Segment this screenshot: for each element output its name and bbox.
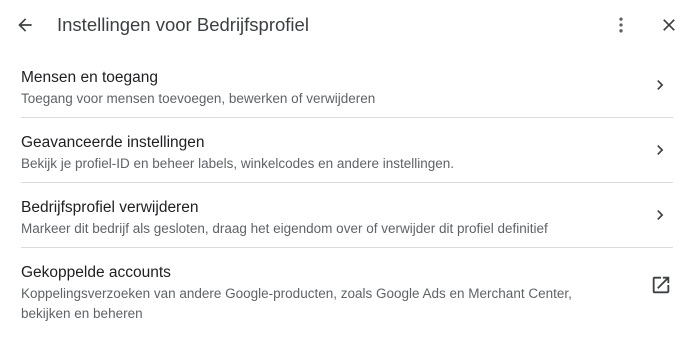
close-button[interactable] [653,9,685,41]
settings-item-description: Bekijk je profiel-ID en beheer labels, w… [21,156,455,171]
chevron-right-icon [650,75,670,95]
back-button[interactable] [9,9,41,41]
settings-item-description: Koppelingsverzoeken van andere Google-pr… [21,286,572,321]
settings-item-title: Geavanceerde instellingen [21,134,205,151]
settings-item-delete-business-profile[interactable]: Bedrijfsprofiel verwijderen Markeer dit … [0,183,695,248]
settings-item-title: Mensen en toegang [21,69,159,86]
business-profile-settings-panel: Instellingen voor Bedrijfsprofiel Mensen… [0,0,695,350]
settings-item-description: Markeer dit bedrijf als gesloten, draag … [21,221,548,236]
more-vertical-icon [611,15,631,35]
arrow-back-icon [15,15,35,35]
settings-item-title: Bedrijfsprofiel verwijderen [21,199,199,216]
panel-header: Instellingen voor Bedrijfsprofiel [0,0,695,50]
settings-item-advanced-settings[interactable]: Geavanceerde instellingen Bekijk je prof… [0,118,695,183]
close-icon [659,15,679,35]
open-in-new-icon [650,274,672,296]
settings-item-people-and-access[interactable]: Mensen en toegang Toegang voor mensen to… [0,53,695,118]
settings-list: Mensen en toegang Toegang voor mensen to… [0,53,695,330]
chevron-right-icon [650,140,670,160]
settings-item-linked-accounts[interactable]: Gekoppelde accounts Koppelingsverzoeken … [0,248,695,330]
page-title: Instellingen voor Bedrijfsprofiel [57,14,309,35]
chevron-right-icon [650,205,670,225]
settings-item-description: Toegang voor mensen toevoegen, bewerken … [21,91,376,106]
settings-item-title: Gekoppelde accounts [21,264,171,281]
more-options-button[interactable] [605,9,637,41]
